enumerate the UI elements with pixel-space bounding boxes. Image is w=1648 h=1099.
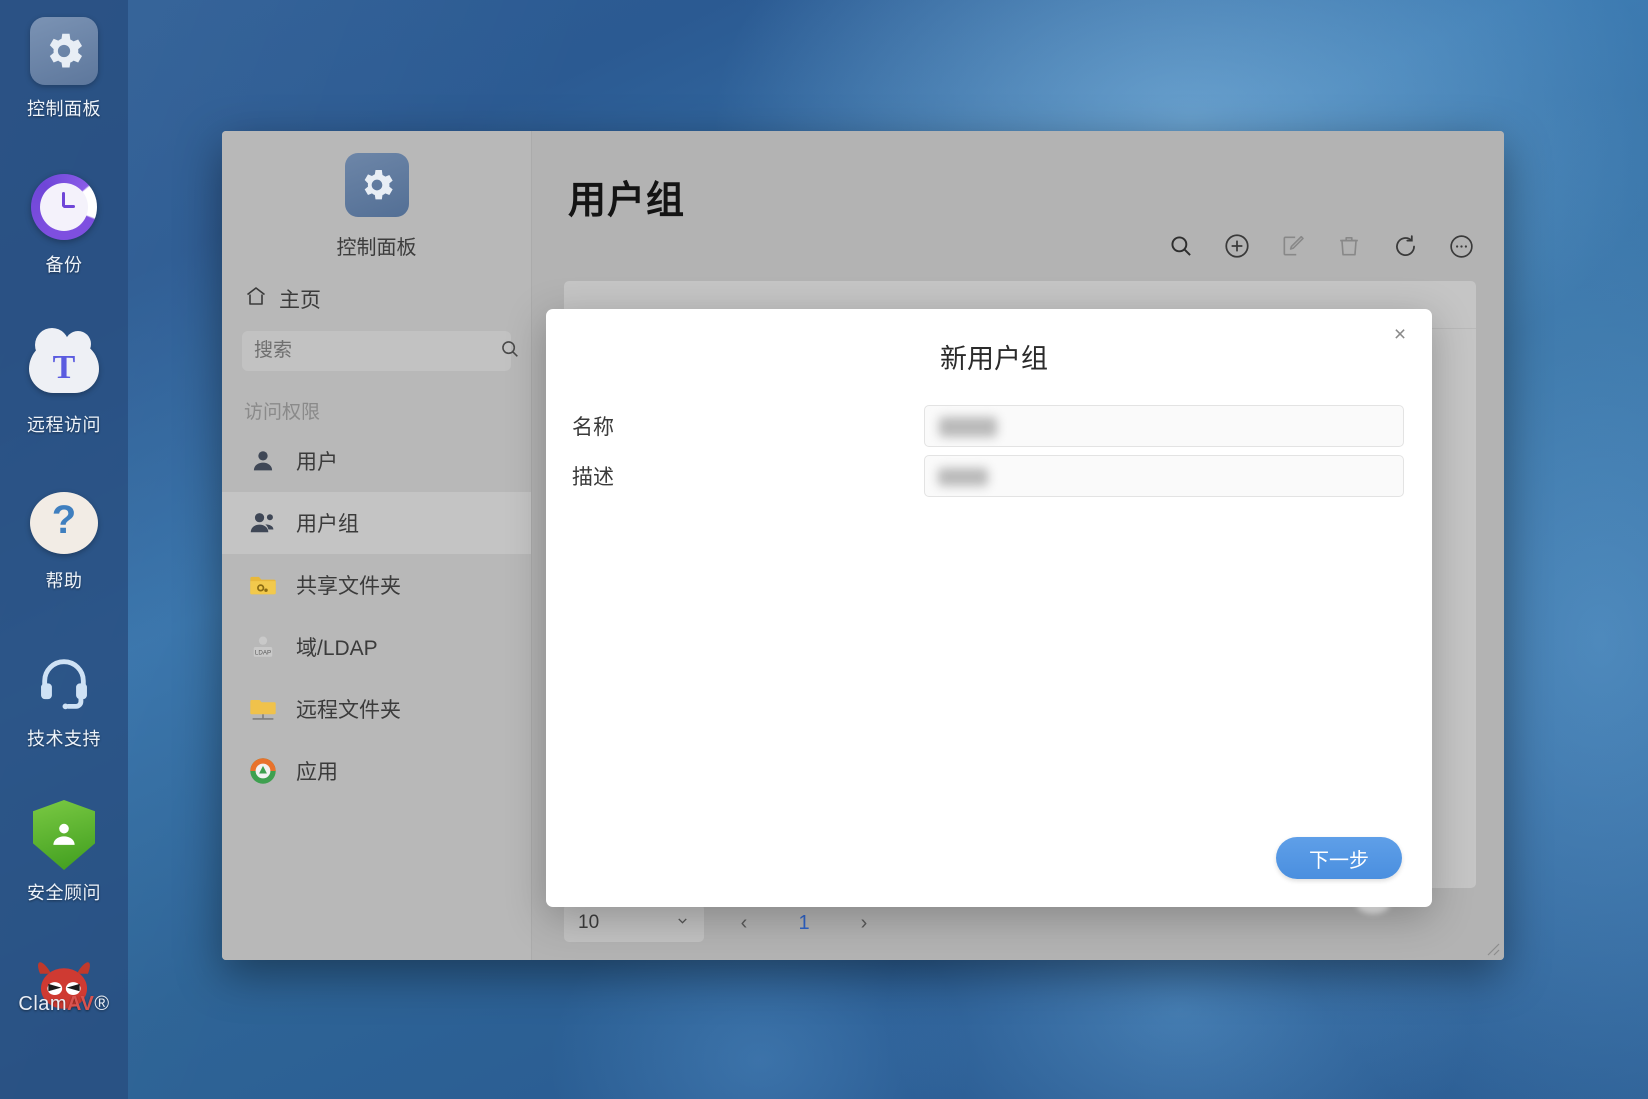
sidebar-section-label: 访问权限 [244,402,321,423]
dock-item-label: 安全顾问 [27,883,101,903]
shared-folder-icon [246,568,280,602]
dock-item-label: 远程访问 [27,415,101,435]
dock-item-label: 控制面板 [27,99,101,119]
cloud-t-icon: T [29,328,99,402]
gear-icon [344,153,409,217]
dock-item-security-advisor[interactable]: 安全顾问 [0,800,128,905]
new-user-group-dialog: × 新用户组 名称 描述 下一步 [546,309,1432,907]
description-field[interactable] [924,455,1404,497]
sidebar-item-label: 域/LDAP [296,637,378,660]
control-panel-brand: 控制面板 [222,131,531,260]
clock-backup-icon [29,172,99,242]
dock-item-backup[interactable]: 备份 [0,172,128,277]
gear-icon [29,16,99,86]
remote-folder-icon [246,692,280,726]
more-icon[interactable] [1446,231,1476,261]
add-icon[interactable] [1222,231,1252,261]
sidebar-item-users[interactable]: 用户 [222,430,531,492]
search-icon[interactable] [499,338,521,365]
main-toolbar [1166,231,1476,261]
control-panel-title: 控制面板 [336,237,417,259]
dock-item-remote-access[interactable]: T 远程访问 [0,328,128,437]
chevron-down-icon [675,912,690,934]
dock-item-label: 帮助 [45,571,83,591]
dock-item-label: 备份 [45,255,83,275]
sidebar-item-label: 共享文件夹 [296,575,401,598]
search-input[interactable] [254,340,499,362]
name-field-label: 名称 [572,416,614,439]
sidebar-item-domain-ldap[interactable]: LDAP 域/LDAP [222,616,531,678]
edit-icon [1278,231,1308,261]
pagination: 10 ‹ 1 › [564,904,884,942]
sidebar-item-label: 用户 [296,451,338,474]
headset-support-icon [29,646,99,716]
next-page-button[interactable]: › [844,904,884,942]
dialog-title: 新用户组 [940,344,1048,374]
sidebar-item-label: 主页 [279,289,321,312]
sidebar-item-home[interactable]: 主页 [244,284,531,314]
current-page-number[interactable]: 1 [784,904,824,942]
sidebar-item-apps[interactable]: 应用 [222,740,531,802]
clamav-label: ClamAV® [18,993,110,1015]
sidebar-item-remote-folders[interactable]: 远程文件夹 [222,678,531,740]
prev-page-button[interactable]: ‹ [724,904,764,942]
dock-item-control-panel[interactable]: 控制面板 [0,16,128,121]
sidebar-item-label: 远程文件夹 [296,699,401,722]
page-title: 用户组 [568,180,686,222]
sidebar-search-box[interactable] [242,331,518,371]
dock-item-clamav[interactable]: ClamAV® [0,952,128,1015]
apps-icon [246,754,280,788]
sidebar-item-label: 用户组 [296,513,359,536]
dock-item-tech-support[interactable]: 技术支持 [0,646,128,751]
page-size-value: 10 [578,912,600,933]
next-button[interactable]: 下一步 [1276,837,1402,879]
control-panel-sidebar: 控制面板 主页 访问权限 [222,131,532,960]
name-field[interactable] [924,405,1404,447]
search-icon[interactable] [1166,231,1196,261]
dock-item-label: 技术支持 [27,729,101,749]
sidebar-item-shared-folders[interactable]: 共享文件夹 [222,554,531,616]
redacted-value [939,417,997,437]
sidebar-item-label: 应用 [296,761,338,784]
window-resize-grip[interactable] [1482,938,1500,956]
description-field-label: 描述 [572,466,614,489]
user-icon [246,444,280,478]
question-help-icon: ? [29,488,99,558]
sidebar-item-user-groups[interactable]: 用户组 [222,492,531,554]
home-icon [244,284,268,314]
delete-icon [1334,231,1364,261]
page-size-select[interactable]: 10 [564,904,704,942]
ldap-icon: LDAP [246,630,280,664]
field-row-description: 描述 [546,455,1432,497]
svg-text:LDAP: LDAP [255,649,271,656]
desktop: 控制面板 备份 T 远程访问 ? 帮助 技术支持 安全顾问 ClamAV® 控制… [0,0,1648,1099]
field-row-name: 名称 [546,405,1432,447]
dock-item-help[interactable]: ? 帮助 [0,488,128,593]
refresh-icon[interactable] [1390,231,1420,261]
redacted-value [938,468,988,486]
user-group-icon [246,506,280,540]
desktop-dock: 控制面板 备份 T 远程访问 ? 帮助 技术支持 安全顾问 ClamAV® [0,0,128,1099]
shield-security-icon [29,800,99,870]
